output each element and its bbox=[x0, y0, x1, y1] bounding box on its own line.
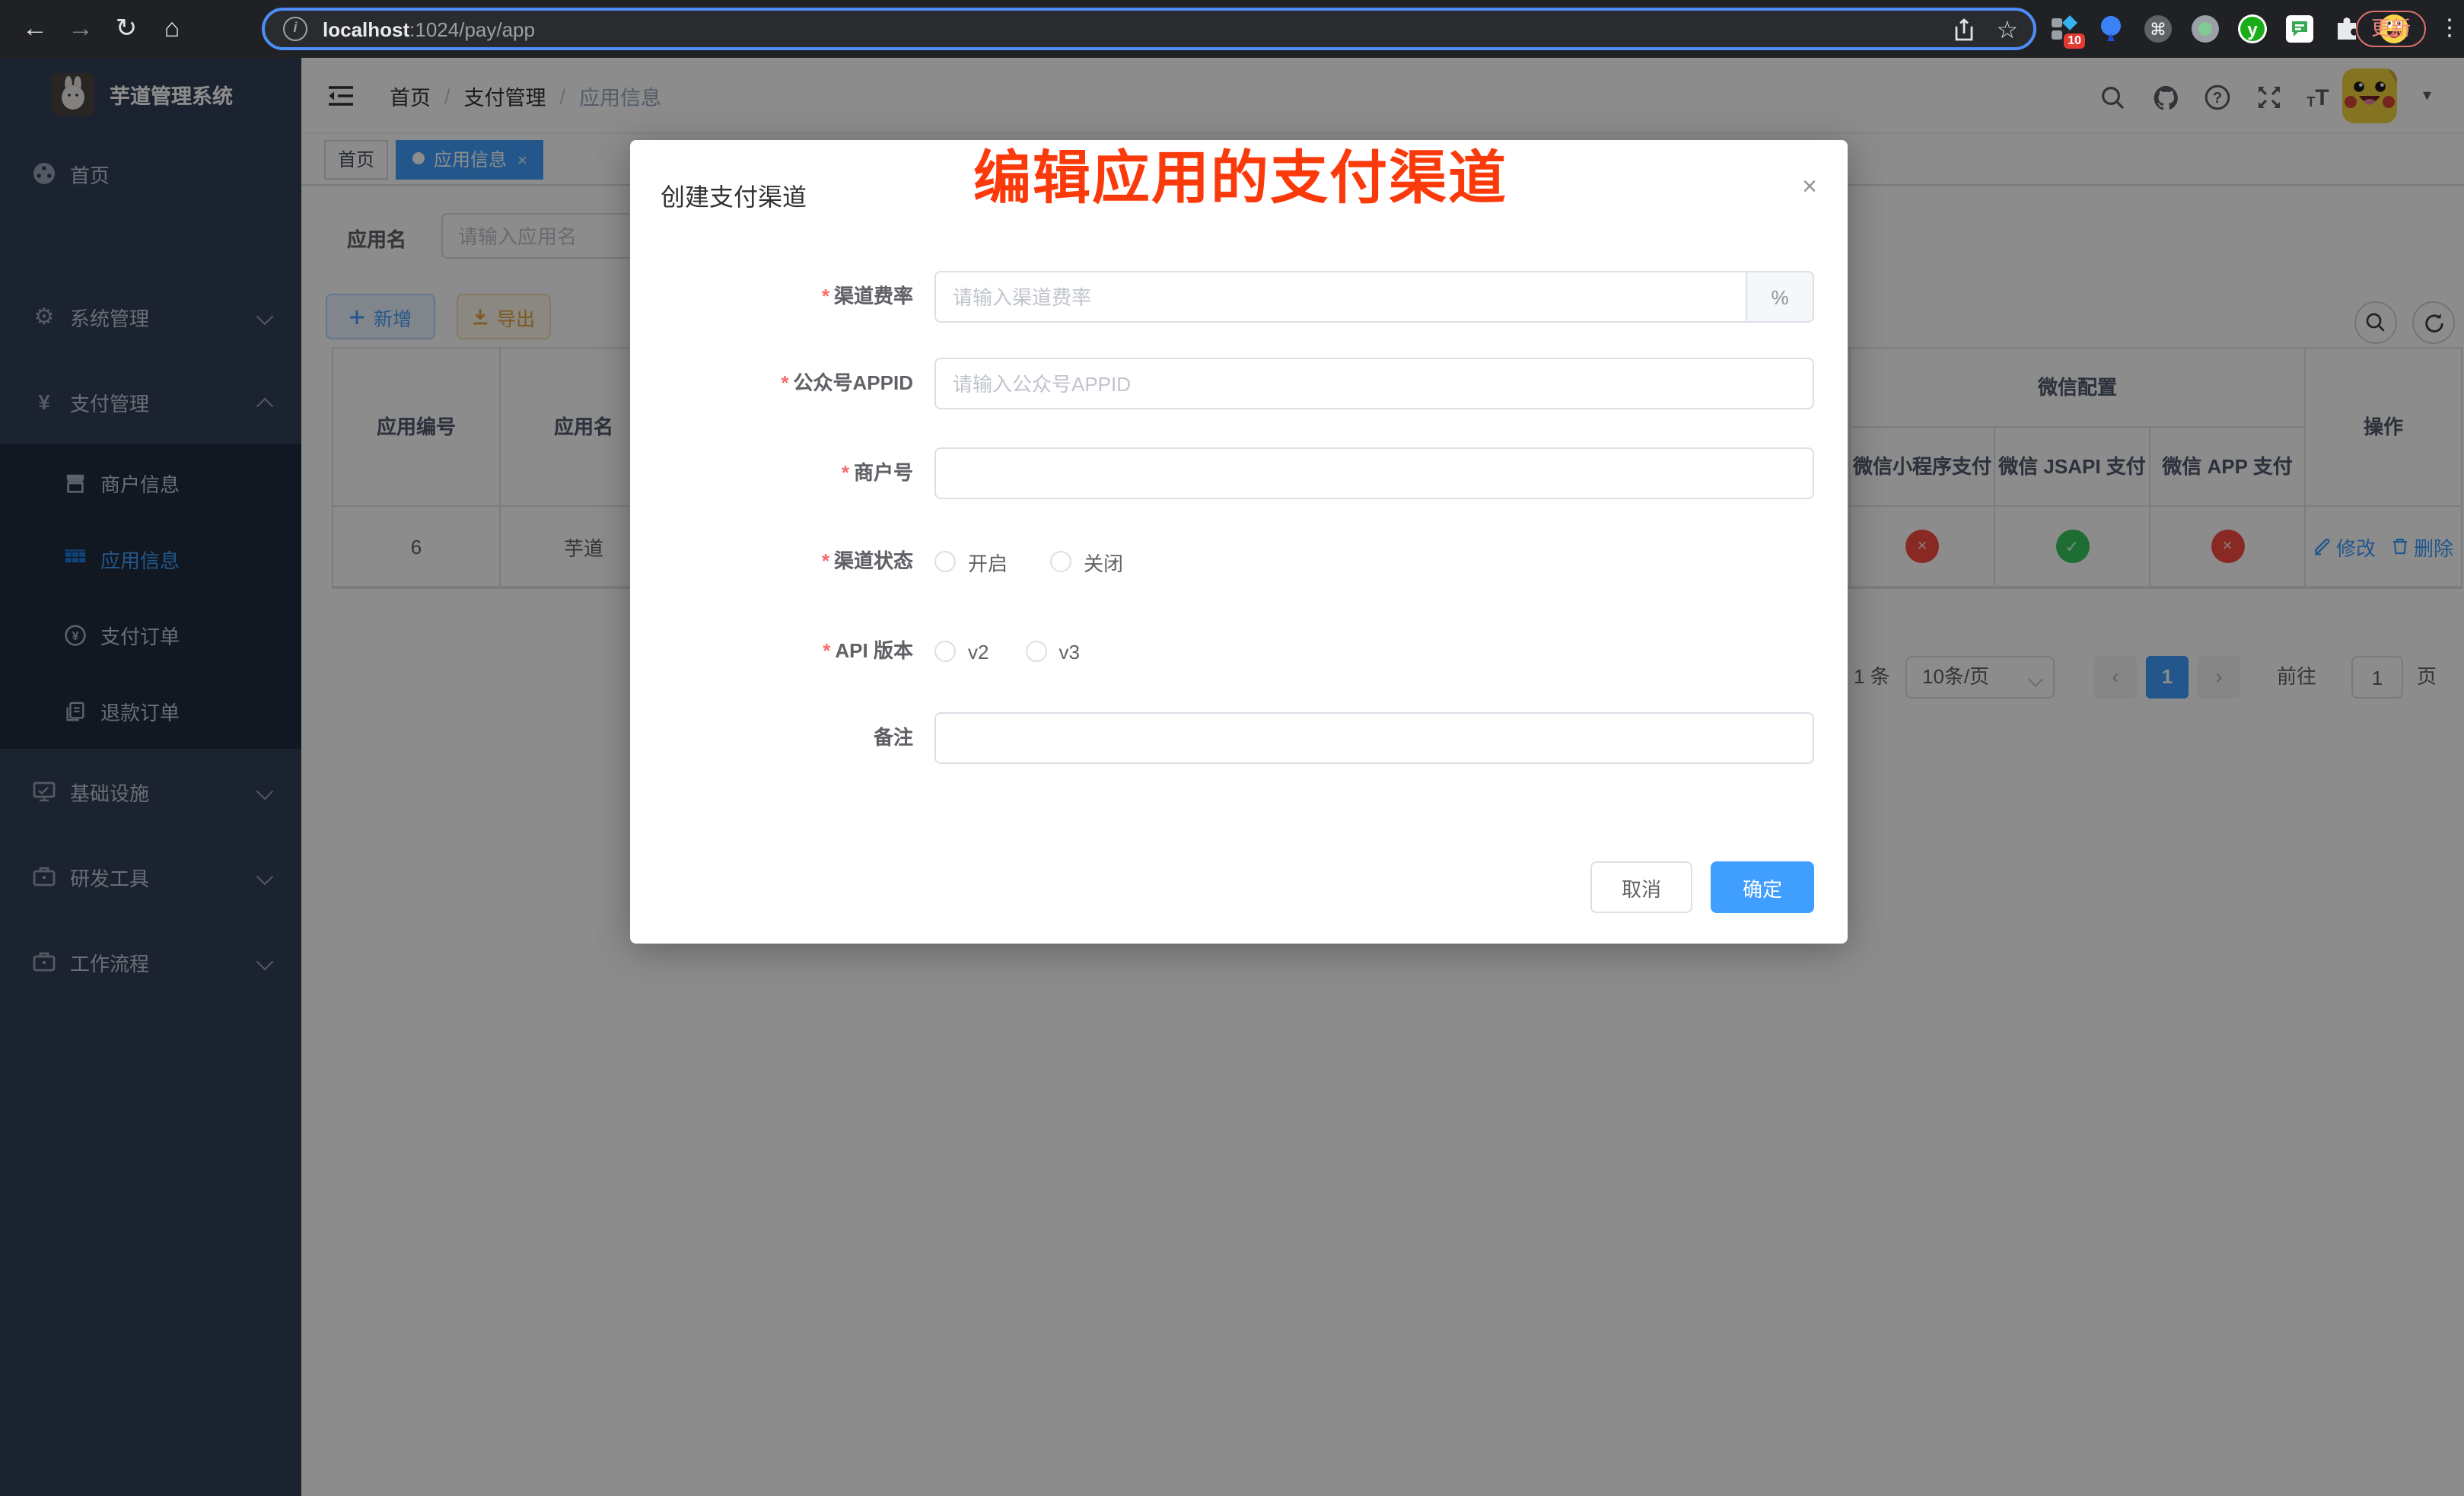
svg-text:⌘: ⌘ bbox=[2150, 20, 2166, 39]
bookmark-star-icon[interactable]: ☆ bbox=[1996, 15, 2018, 46]
cancel-button[interactable]: 取消 bbox=[1590, 861, 1692, 913]
required-mark: * bbox=[842, 461, 849, 484]
api-version-radio-group: v2 v3 bbox=[934, 636, 1122, 667]
site-info-icon[interactable]: i bbox=[283, 17, 307, 41]
create-channel-dialog: 创建支付渠道 × *渠道费率 % *公众号APPID *商户号 *渠道状态 开启… bbox=[630, 140, 1848, 944]
browser-update-button[interactable]: 更新 bbox=[2356, 11, 2426, 47]
extension-green-dot-icon[interactable] bbox=[2190, 14, 2220, 44]
field-label-status: *渠道状态 bbox=[661, 536, 913, 587]
field-label-api-version: *API 版本 bbox=[661, 625, 913, 677]
required-mark: * bbox=[822, 285, 829, 307]
extension-command-icon[interactable]: ⌘ bbox=[2143, 14, 2173, 44]
field-label-rate: *渠道费率 bbox=[661, 271, 913, 323]
radio-status-open[interactable] bbox=[934, 551, 956, 572]
address-bar[interactable]: i localhost:1024/pay/app ☆ bbox=[262, 8, 2036, 50]
percent-addon: % bbox=[1747, 271, 1814, 323]
browser-back-button[interactable]: ← bbox=[15, 9, 55, 49]
confirm-button[interactable]: 确定 bbox=[1711, 861, 1814, 913]
extension-balloon-icon[interactable] bbox=[2096, 14, 2126, 44]
required-mark: * bbox=[822, 549, 829, 572]
extension-y-icon[interactable]: y bbox=[2237, 14, 2268, 44]
radio-label-open[interactable]: 开启 bbox=[968, 547, 1008, 576]
url-text[interactable]: localhost:1024/pay/app bbox=[323, 18, 535, 40]
browser-toolbar: ← → ↻ ⌂ i localhost:1024/pay/app ☆ 10 ⌘ bbox=[0, 0, 2464, 58]
rate-input[interactable] bbox=[934, 271, 1747, 323]
annotation-text: 编辑应用的支付渠道 bbox=[973, 131, 1507, 215]
extension-pinned-icon[interactable]: 10 bbox=[2049, 14, 2079, 44]
field-label-appid: *公众号APPID bbox=[661, 358, 913, 409]
browser-menu-icon[interactable]: ⋮ bbox=[2438, 9, 2461, 49]
url-host: localhost bbox=[323, 18, 409, 40]
dialog-title: 创建支付渠道 bbox=[661, 177, 807, 213]
rate-input-group: % bbox=[934, 271, 1814, 323]
browser-reload-button[interactable]: ↻ bbox=[107, 9, 146, 49]
field-label-merchant: *商户号 bbox=[661, 447, 913, 499]
url-path: :1024/pay/app bbox=[409, 18, 535, 40]
extension-badge: 10 bbox=[2064, 33, 2085, 49]
appid-input[interactable] bbox=[934, 358, 1814, 409]
radio-api-v3[interactable] bbox=[1025, 641, 1046, 662]
radio-label-v2[interactable]: v2 bbox=[968, 640, 988, 663]
field-label-remark: 备注 bbox=[661, 712, 913, 764]
browser-extensions: 10 ⌘ y bbox=[2049, 8, 2409, 50]
screen: ← → ↻ ⌂ i localhost:1024/pay/app ☆ 10 ⌘ bbox=[0, 0, 2464, 1496]
remark-input[interactable] bbox=[934, 712, 1814, 764]
app-window: 芋道管理系统 首页 ⚙ 系统管理 ¥ 支付管理 bbox=[0, 58, 2464, 1496]
radio-status-closed[interactable] bbox=[1050, 551, 1071, 572]
required-mark: * bbox=[823, 639, 830, 662]
svg-text:y: y bbox=[2247, 20, 2258, 40]
share-icon[interactable] bbox=[1952, 18, 1975, 43]
radio-api-v2[interactable] bbox=[934, 641, 956, 662]
browser-home-button[interactable]: ⌂ bbox=[152, 9, 192, 49]
radio-label-v3[interactable]: v3 bbox=[1059, 640, 1079, 663]
radio-label-closed[interactable]: 关闭 bbox=[1084, 547, 1123, 576]
browser-forward-button[interactable]: → bbox=[61, 9, 100, 49]
extension-chat-icon[interactable] bbox=[2284, 14, 2315, 44]
close-icon[interactable]: × bbox=[1802, 173, 1817, 199]
status-radio-group: 开启 关闭 bbox=[934, 546, 1166, 577]
required-mark: * bbox=[781, 371, 788, 394]
merchant-no-input[interactable] bbox=[934, 447, 1814, 499]
